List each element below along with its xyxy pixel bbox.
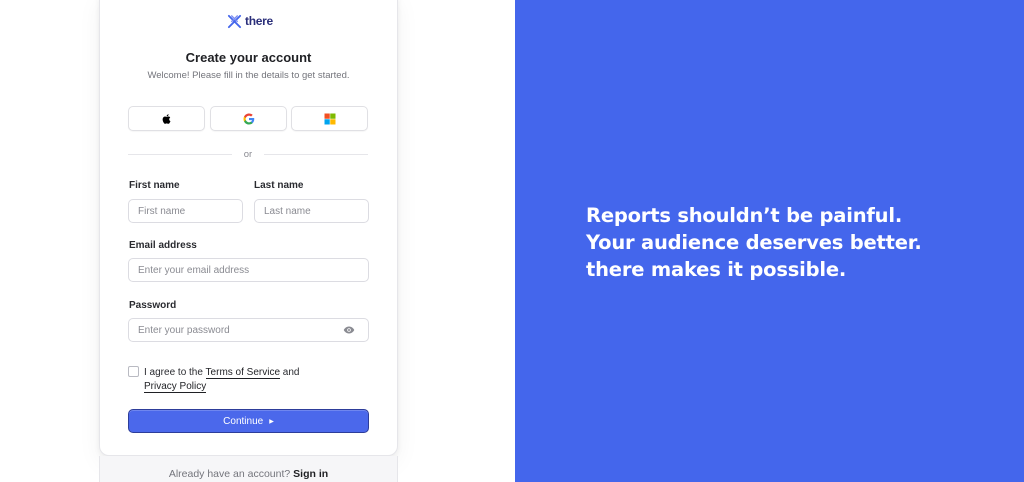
eye-icon[interactable] <box>343 324 355 336</box>
terms-checkbox[interactable] <box>128 366 139 377</box>
email-input[interactable] <box>128 258 369 282</box>
page-subtitle: Welcome! Please fill in the details to g… <box>147 70 350 81</box>
brand-logo: there <box>227 13 273 29</box>
hero-line-1: Reports shouldn’t be painful. <box>586 204 903 227</box>
first-name-label: First name <box>129 180 180 191</box>
hero-line-3: there makes it possible. <box>586 258 847 281</box>
google-signin-button[interactable] <box>210 106 287 131</box>
continue-button[interactable]: Continue ▶ <box>128 409 369 433</box>
divider-text: or <box>243 149 253 160</box>
terms-of-service-link[interactable]: Terms of Service <box>205 367 281 379</box>
first-name-input[interactable] <box>128 199 243 223</box>
continue-label: Continue <box>223 415 264 427</box>
sign-in-link[interactable]: Sign in <box>293 468 328 480</box>
apple-signin-button[interactable] <box>128 106 205 131</box>
footer-text: Already have an account? <box>168 468 291 480</box>
password-input[interactable] <box>128 318 369 342</box>
divider-left <box>128 154 232 155</box>
terms-middle: and <box>282 367 300 378</box>
card-footer: Already have an account? Sign in <box>99 456 398 482</box>
last-name-input[interactable] <box>254 199 369 223</box>
hero-line-2: Your audience deserves better. <box>586 231 922 254</box>
microsoft-icon <box>324 113 335 124</box>
last-name-label: Last name <box>254 180 304 191</box>
logo-icon <box>227 14 242 28</box>
apple-icon <box>162 113 170 124</box>
email-label: Email address <box>129 240 197 251</box>
password-label: Password <box>129 300 177 311</box>
privacy-policy-link[interactable]: Privacy Policy <box>144 381 207 393</box>
page-title: Create your account <box>185 50 312 65</box>
brand-name: there <box>245 14 273 28</box>
terms-prefix: I agree to the <box>144 367 203 378</box>
terms-text: I agree to the Terms of Service and Priv… <box>144 366 334 394</box>
google-icon <box>243 113 254 124</box>
triangle-right-icon: ▶ <box>269 418 274 425</box>
microsoft-signin-button[interactable] <box>291 106 368 131</box>
divider-right <box>264 154 368 155</box>
hero-tagline: Reports shouldn’t be painful. Your audie… <box>586 202 1006 283</box>
